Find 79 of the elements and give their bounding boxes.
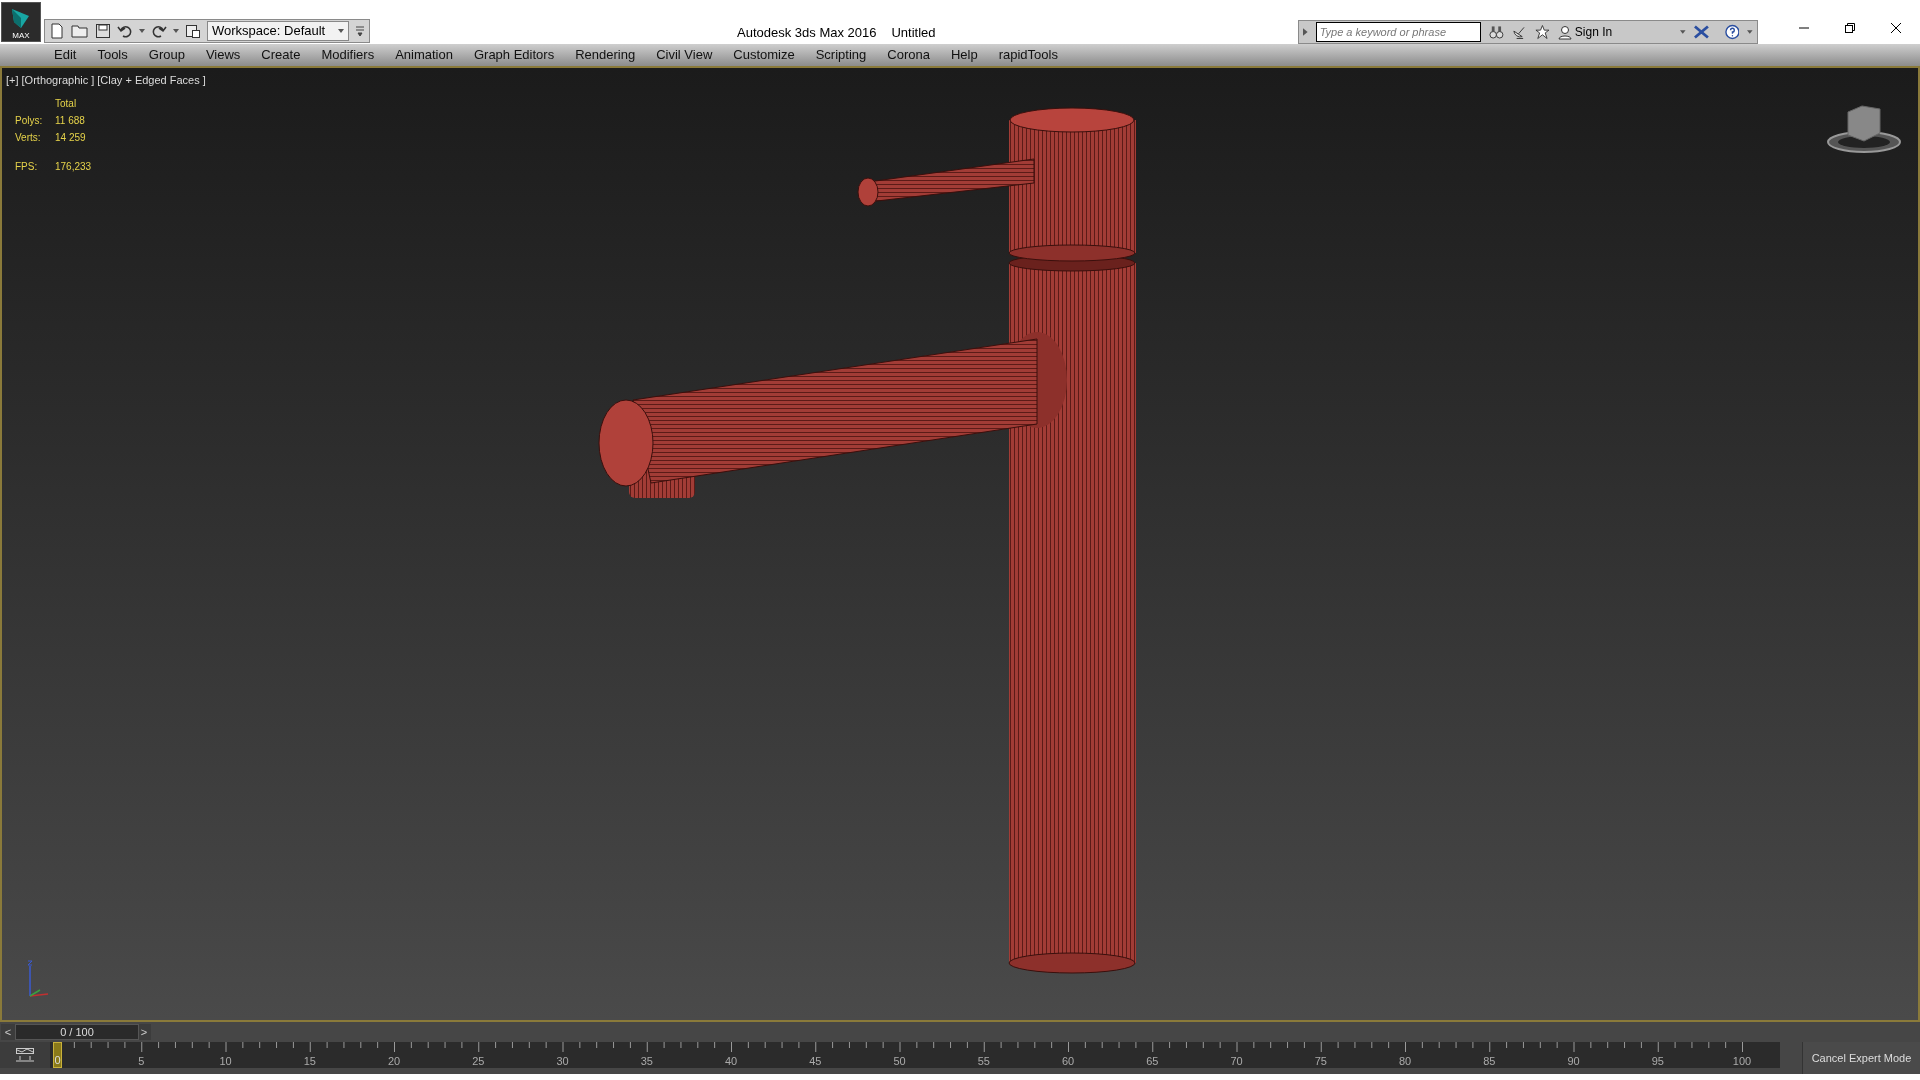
caret-icon[interactable]: [1747, 30, 1753, 34]
menu-item[interactable]: Civil View: [656, 45, 713, 65]
toolbar-menu-icon[interactable]: [355, 25, 365, 37]
binoculars-icon[interactable]: [1489, 24, 1505, 40]
expand-arrow-icon[interactable]: [1303, 28, 1308, 36]
frame-number: 65: [1146, 1054, 1159, 1069]
frame-number: 70: [1230, 1054, 1243, 1069]
menu-item[interactable]: rapidTools: [998, 45, 1058, 65]
frame-number: 100: [1732, 1054, 1752, 1069]
menu-item[interactable]: Graph Editors: [473, 45, 555, 65]
exchange-x-icon[interactable]: [1693, 25, 1709, 39]
caret-icon[interactable]: [139, 29, 145, 33]
curve-editor-icon[interactable]: [15, 1047, 35, 1063]
fps-value: 176,233: [55, 160, 92, 174]
caret-icon: [338, 29, 344, 33]
frame-number: 85: [1483, 1054, 1496, 1069]
menu-item[interactable]: Edit: [54, 45, 77, 65]
menu-item[interactable]: Create: [261, 45, 301, 65]
document-title: Untitled: [891, 24, 936, 42]
viewport-label[interactable]: [Orthographic ]: [21, 72, 95, 89]
frame-number: 30: [556, 1054, 569, 1069]
satellite-dish-icon[interactable]: [1512, 24, 1527, 40]
menu-item[interactable]: Rendering: [575, 45, 636, 65]
frame-number: 20: [387, 1054, 401, 1069]
view-cube-icon[interactable]: [1826, 104, 1902, 154]
menu-item[interactable]: Group: [148, 45, 185, 65]
track-bar[interactable]: 0 5 10 15 20 25 30 35 40 45 50 55 60 65 70 75 80 85 90 95 100: [50, 1042, 1780, 1068]
frame-number: 90: [1567, 1054, 1580, 1069]
cancel-expert-mode-button[interactable]: Cancel Expert Mode: [1802, 1042, 1920, 1074]
search-field[interactable]: Type a keyword or phrase: [1315, 22, 1482, 42]
viewport-label[interactable]: [Clay + Edged Faces ]: [97, 72, 206, 89]
menu-item[interactable]: Modifiers: [321, 45, 375, 65]
time-slider-thumb[interactable]: 0 / 100: [15, 1024, 139, 1040]
logo-text: MAX: [12, 32, 30, 40]
frame-number: 95: [1651, 1054, 1664, 1069]
user-icon: [1557, 24, 1572, 40]
menu-item[interactable]: Help: [950, 45, 978, 65]
open-folder-icon[interactable]: [71, 23, 89, 39]
stats-value: 11 688: [55, 114, 86, 128]
app-logo[interactable]: MAX: [1, 2, 41, 42]
star-icon[interactable]: [1535, 24, 1550, 40]
fps-label: FPS:: [15, 160, 39, 174]
frame-number: 80: [1398, 1054, 1412, 1069]
stats-label: Polys:: [15, 114, 44, 128]
frame-number: 50: [893, 1054, 906, 1069]
frame-number: 45: [809, 1054, 822, 1069]
previous-frame-button[interactable]: <: [1, 1024, 15, 1040]
stats-value: 14 259: [55, 131, 87, 145]
stats-label: Verts:: [15, 131, 42, 145]
viewport-label[interactable]: [+]: [6, 72, 19, 89]
save-icon[interactable]: [95, 23, 111, 39]
restore-icon[interactable]: [1844, 22, 1856, 34]
new-file-icon[interactable]: [49, 23, 65, 39]
menu-item[interactable]: Corona: [887, 45, 930, 65]
frame-number: 40: [724, 1054, 738, 1069]
frame-number: 75: [1314, 1054, 1327, 1069]
menu-item[interactable]: Views: [205, 45, 241, 65]
sign-in-button[interactable]: Sign In: [1557, 23, 1613, 41]
caret-icon[interactable]: [173, 29, 179, 33]
frame-number: 10: [219, 1054, 232, 1069]
menu-item[interactable]: Scripting: [815, 45, 867, 65]
workspace-dropdown[interactable]: Workspace: Default: [207, 21, 349, 41]
frame-number: 5: [138, 1054, 145, 1069]
menu-item[interactable]: Tools: [97, 45, 128, 65]
frame-number: 60: [1061, 1054, 1075, 1069]
menu-item[interactable]: Animation: [395, 45, 453, 65]
caret-icon[interactable]: [1680, 30, 1686, 34]
redo-icon[interactable]: [151, 23, 167, 39]
frame-number: 25: [472, 1054, 485, 1069]
app-title: Autodesk 3ds Max 2016: [737, 24, 877, 42]
menu-item[interactable]: Customize: [733, 45, 795, 65]
frame-number: 55: [977, 1054, 990, 1069]
close-icon[interactable]: [1890, 22, 1902, 34]
stats-header: Total: [55, 97, 78, 111]
frame-number: 15: [303, 1054, 316, 1069]
project-folder-icon[interactable]: [185, 23, 201, 39]
help-icon[interactable]: [1724, 24, 1740, 40]
frame-number: 35: [640, 1054, 653, 1069]
undo-icon[interactable]: [117, 23, 133, 39]
